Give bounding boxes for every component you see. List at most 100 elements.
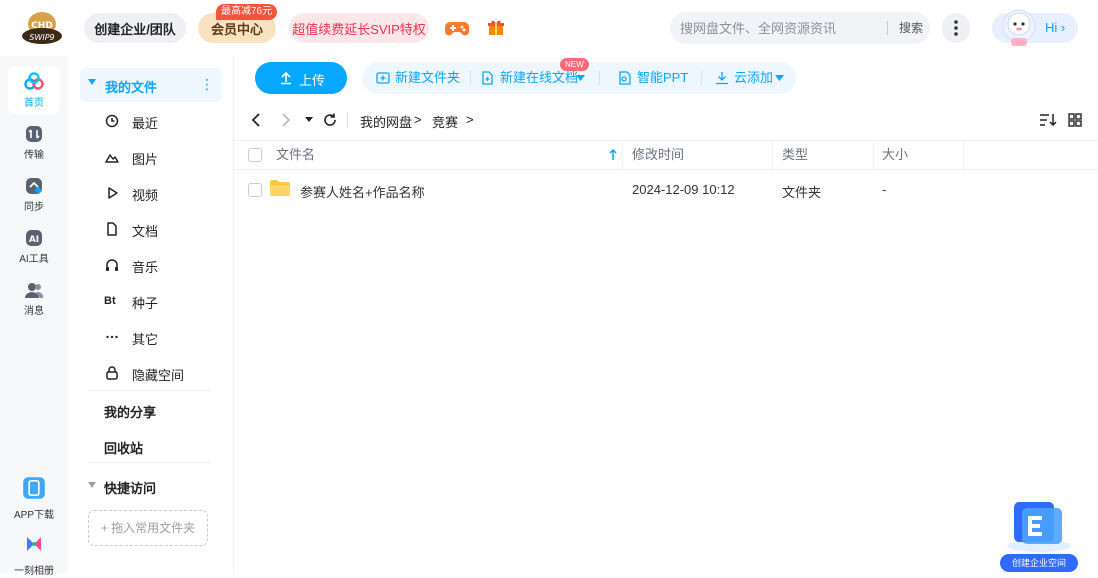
sidebar-item-label: 视频 bbox=[132, 188, 159, 203]
forward-arrow-icon[interactable] bbox=[278, 112, 294, 128]
create-enterprise-button[interactable]: 创建企业/团队 bbox=[84, 13, 186, 43]
rail-item-transfer[interactable]: 传输 bbox=[8, 118, 60, 166]
create-enterprise-space-promo[interactable]: 创建企业空间 bbox=[998, 496, 1080, 572]
caret-down-icon[interactable] bbox=[88, 482, 96, 488]
nav-divider bbox=[347, 112, 348, 128]
clock-icon bbox=[105, 114, 119, 128]
table-row[interactable]: 参赛人姓名+作品名称 2024-12-09 10:12 文件夹 - bbox=[234, 172, 1098, 208]
svg-text:AI: AI bbox=[29, 235, 39, 245]
sidebar-item-images[interactable]: 图片 bbox=[98, 143, 218, 171]
rail-item-messages[interactable]: 消息 bbox=[8, 274, 60, 322]
greeting-text: Hi bbox=[1045, 20, 1058, 35]
users-icon bbox=[25, 283, 44, 298]
sidebar-item-music[interactable]: 音乐 bbox=[98, 251, 218, 279]
sort-asc-icon[interactable] bbox=[609, 149, 617, 161]
file-table-header: 文件名 修改时间 类型 大小 bbox=[234, 140, 1098, 170]
sidebar-item-label: 图片 bbox=[132, 152, 159, 167]
rail-item-album[interactable]: 一刻相册 bbox=[8, 530, 60, 578]
file-modified: 2024-12-09 10:12 bbox=[632, 182, 735, 197]
sidebar-item-label: 隐藏空间 bbox=[132, 368, 185, 383]
back-arrow-icon[interactable] bbox=[248, 112, 264, 128]
grid-view-icon[interactable] bbox=[1068, 113, 1082, 127]
toolbar-divider bbox=[701, 71, 702, 85]
rail-label: 消息 bbox=[24, 306, 44, 317]
sidebar-quick-access[interactable]: 快捷访问 bbox=[104, 478, 156, 497]
upload-icon bbox=[281, 71, 291, 85]
upload-button[interactable]: 上传 bbox=[255, 62, 347, 94]
search-input[interactable] bbox=[680, 12, 880, 44]
breadcrumb-current[interactable]: 竞赛 bbox=[432, 112, 458, 131]
svg-text:CHD: CHD bbox=[31, 21, 53, 31]
rail-item-sync[interactable]: 同步 bbox=[8, 170, 60, 218]
column-header-size[interactable]: 大小 bbox=[882, 141, 908, 169]
avatar[interactable] bbox=[1000, 6, 1038, 50]
app-logo[interactable]: CHD SWIP9 bbox=[20, 10, 64, 46]
sidebar: 我的文件 ⋮ 最近 图片 视频 文档 音乐 Bt 种子 其它 隐藏空间 我的分享… bbox=[68, 56, 234, 573]
left-rail: 首页 传输 同步 AI AI工具 消息 APP下载 一刻相册 bbox=[0, 56, 68, 577]
album-logo-icon bbox=[27, 537, 41, 551]
file-size: - bbox=[882, 182, 887, 197]
download-icon bbox=[716, 72, 728, 85]
sidebar-item-recent[interactable]: 最近 bbox=[98, 107, 218, 135]
sidebar-item-label: 其它 bbox=[132, 332, 159, 347]
sidebar-item-label: 种子 bbox=[132, 296, 159, 311]
user-greeting[interactable]: Hi › bbox=[1045, 13, 1065, 43]
sidebar-item-others[interactable]: 其它 bbox=[98, 323, 218, 351]
sidebar-item-documents[interactable]: 文档 bbox=[98, 215, 218, 243]
sidebar-my-share[interactable]: 我的分享 bbox=[104, 402, 156, 421]
column-divider bbox=[622, 141, 623, 169]
gift-icon[interactable] bbox=[487, 18, 505, 36]
sidebar-item-torrents[interactable]: Bt 种子 bbox=[98, 287, 218, 315]
search-divider bbox=[887, 21, 888, 35]
rail-item-app-download[interactable]: APP下载 bbox=[8, 472, 60, 521]
cloud-add-label: 云添加 bbox=[734, 70, 774, 85]
column-header-name[interactable]: 文件名 bbox=[276, 141, 315, 169]
sidebar-item-hidden-space[interactable]: 隐藏空间 bbox=[98, 359, 218, 387]
select-all-checkbox[interactable] bbox=[248, 148, 262, 162]
refresh-icon[interactable] bbox=[322, 112, 338, 128]
svip-renew-button[interactable]: 超值续费延长SVIP特权 bbox=[289, 13, 429, 43]
quick-access-drop-zone[interactable]: + 拖入常用文件夹 bbox=[88, 510, 208, 546]
sidebar-item-videos[interactable]: 视频 bbox=[98, 179, 218, 207]
gamepad-icon[interactable] bbox=[444, 17, 470, 39]
phone-icon bbox=[23, 477, 45, 499]
rail-label: APP下载 bbox=[13, 510, 54, 521]
toolbar-divider bbox=[470, 71, 471, 85]
enterprise-space-icon bbox=[1007, 502, 1071, 552]
image-icon bbox=[105, 154, 119, 163]
new-folder-label: 新建文件夹 bbox=[395, 70, 461, 85]
new-folder-button[interactable]: 新建文件夹 bbox=[376, 62, 462, 94]
sync-icon bbox=[26, 178, 42, 194]
more-options-button[interactable] bbox=[942, 13, 970, 43]
file-name[interactable]: 参赛人姓名+作品名称 bbox=[300, 182, 425, 201]
rail-label: 一刻相册 bbox=[14, 566, 54, 577]
history-caret-icon[interactable] bbox=[305, 117, 313, 123]
more-horizontal-icon bbox=[106, 335, 118, 339]
divider bbox=[88, 390, 210, 391]
column-divider bbox=[963, 141, 964, 169]
more-vertical-icon[interactable]: ⋮ bbox=[200, 74, 214, 94]
row-checkbox[interactable] bbox=[248, 183, 262, 197]
rail-item-ai-tools[interactable]: AI AI工具 bbox=[8, 222, 60, 270]
navigation-row: 我的网盘 > 竞赛 > bbox=[234, 104, 1098, 136]
file-type: 文件夹 bbox=[782, 185, 822, 200]
upload-label: 上传 bbox=[299, 73, 326, 88]
smart-ppt-button[interactable]: 智能PPT bbox=[618, 62, 688, 94]
search-bar: 搜索 bbox=[670, 12, 930, 44]
cloud-add-button[interactable]: 云添加 bbox=[715, 62, 787, 94]
rail-item-home[interactable]: 首页 bbox=[8, 66, 60, 114]
play-icon bbox=[108, 187, 118, 199]
sidebar-item-label: 最近 bbox=[132, 116, 159, 131]
cloud-logo-icon bbox=[24, 72, 44, 90]
sidebar-my-files[interactable]: 我的文件 ⋮ bbox=[80, 68, 222, 102]
sidebar-item-label: 文档 bbox=[132, 224, 159, 239]
sidebar-recycle-bin[interactable]: 回收站 bbox=[104, 438, 143, 457]
breadcrumb-root[interactable]: 我的网盘 bbox=[360, 112, 412, 131]
column-header-modified[interactable]: 修改时间 bbox=[632, 141, 684, 169]
sort-icon[interactable] bbox=[1039, 113, 1057, 127]
transfer-icon bbox=[26, 126, 42, 142]
search-button[interactable]: 搜索 bbox=[892, 12, 930, 44]
column-header-type[interactable]: 类型 bbox=[782, 141, 808, 169]
headphones-icon bbox=[106, 259, 118, 271]
more-vertical-icon bbox=[954, 20, 958, 36]
